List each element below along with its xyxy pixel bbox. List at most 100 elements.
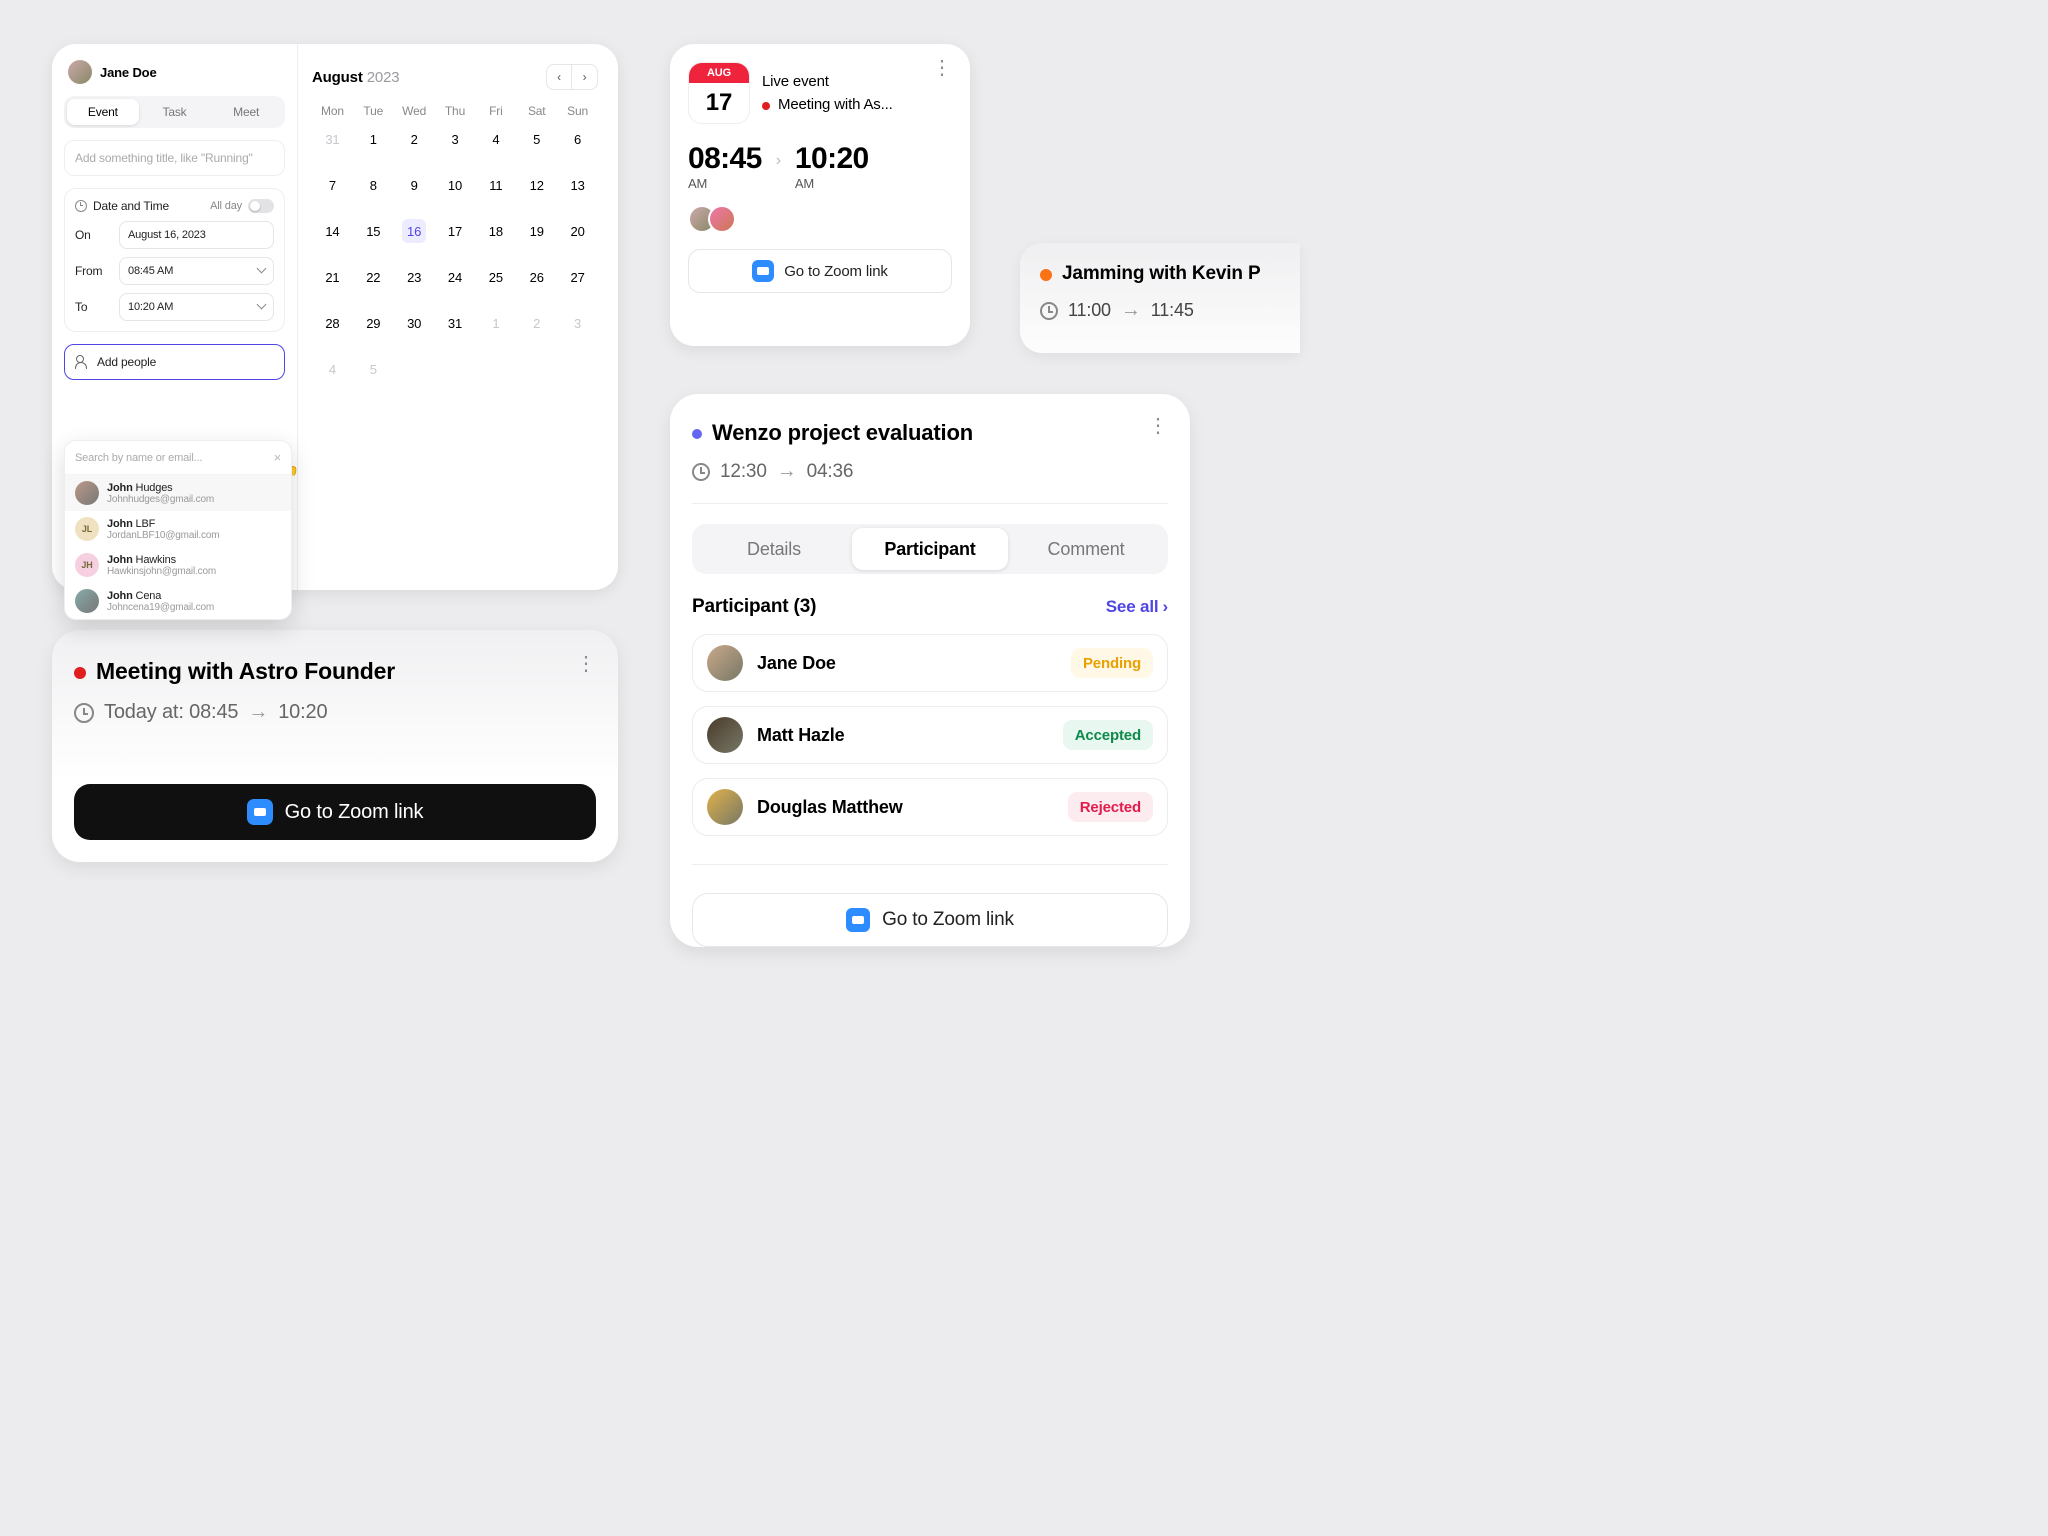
calendar-day[interactable]: 2	[516, 312, 557, 334]
calendar-day[interactable]: 21	[312, 266, 353, 288]
calendar-day[interactable]: 5	[353, 358, 394, 380]
calendar-day[interactable]: 27	[557, 266, 598, 288]
avatar	[75, 481, 99, 505]
wenzo-time-row: 12:30 → 04:36	[692, 460, 1168, 483]
calendar-day[interactable]: 31	[312, 128, 353, 150]
participant-list: Jane DoePendingMatt HazleAcceptedDouglas…	[692, 634, 1168, 836]
calendar-day[interactable]: 3	[557, 312, 598, 334]
calendar-day[interactable]: 4	[475, 128, 516, 150]
calendar-dow: Thu	[435, 104, 476, 118]
avatar	[707, 717, 743, 753]
close-icon[interactable]: ×	[274, 450, 281, 465]
calendar-day[interactable]: 4	[312, 358, 353, 380]
to-label: To	[75, 300, 111, 314]
more-button[interactable]: ⋮	[1148, 420, 1168, 432]
jam-event-card[interactable]: Jamming with Kevin P 11:00 → 11:45	[1020, 243, 1300, 353]
zoom-link-button[interactable]: Go to Zoom link	[688, 249, 952, 293]
chevron-down-icon	[258, 265, 265, 277]
on-label: On	[75, 228, 111, 242]
calendar-day[interactable]: 31	[435, 312, 476, 334]
people-suggestion-item[interactable]: John CenaJohncena19@gmail.com	[65, 583, 291, 619]
person-name: John Hudges	[107, 482, 214, 494]
calendar-day[interactable]: 20	[557, 220, 598, 242]
calendar-day[interactable]: 8	[353, 174, 394, 196]
calendar-day[interactable]: 17	[435, 220, 476, 242]
participant-name: Jane Doe	[757, 653, 1057, 674]
current-user: Jane Doe	[64, 60, 285, 84]
calendar-day[interactable]: 9	[394, 174, 435, 196]
person-name: John LBF	[107, 518, 219, 530]
calendar-day[interactable]: 11	[475, 174, 516, 196]
status-badge: Pending	[1071, 648, 1153, 678]
to-time-field[interactable]: 10:20 AM	[119, 293, 274, 321]
calendar-prev-button[interactable]: ‹	[546, 64, 572, 90]
tab-event[interactable]: Event	[67, 99, 139, 125]
calendar-day[interactable]: 15	[353, 220, 394, 242]
date-chip: AUG 17	[688, 62, 750, 124]
calendar-day[interactable]: 1	[353, 128, 394, 150]
people-suggestion-popover: Search by name or email... × John Hudges…	[64, 440, 292, 620]
clock-icon	[74, 703, 94, 723]
calendar-day[interactable]: 28	[312, 312, 353, 334]
calendar-day[interactable]: 10	[435, 174, 476, 196]
see-all-link[interactable]: See all›	[1106, 597, 1168, 617]
calendar-day[interactable]: 29	[353, 312, 394, 334]
on-date-field[interactable]: August 16, 2023	[119, 221, 274, 249]
calendar-next-button[interactable]: ›	[572, 64, 598, 90]
calendar-day[interactable]: 22	[353, 266, 394, 288]
zoom-icon	[846, 908, 870, 932]
tab-task[interactable]: Task	[139, 99, 211, 125]
event-title-input[interactable]: Add something title, like "Running"	[64, 140, 285, 176]
more-button[interactable]: ⋮	[576, 658, 596, 670]
jam-title: Jamming with Kevin P	[1040, 263, 1300, 285]
avatar	[707, 645, 743, 681]
calendar-day[interactable]: 2	[394, 128, 435, 150]
people-suggestion-item[interactable]: John HudgesJohnhudges@gmail.com	[65, 475, 291, 511]
arrow-right-icon: →	[248, 701, 268, 724]
tab-participant[interactable]: Participant	[852, 528, 1008, 570]
calendar-day[interactable]: 1	[475, 312, 516, 334]
zoom-link-button[interactable]: Go to Zoom link	[692, 893, 1168, 947]
calendar-day[interactable]: 18	[475, 220, 516, 242]
people-suggestion-item[interactable]: JHJohn HawkinsHawkinsjohn@gmail.com	[65, 547, 291, 583]
calendar-day[interactable]: 5	[516, 128, 557, 150]
add-people-field[interactable]: Add people	[64, 344, 285, 380]
people-search-input[interactable]: Search by name or email...	[75, 452, 202, 464]
divider	[692, 503, 1168, 504]
calendar-day[interactable]: 6	[557, 128, 598, 150]
live-event-card: AUG 17 Live event Meeting with As... ⋮ 0…	[670, 44, 970, 346]
calendar-day[interactable]: 25	[475, 266, 516, 288]
tab-meet[interactable]: Meet	[210, 99, 282, 125]
zoom-link-button[interactable]: Go to Zoom link	[74, 784, 596, 840]
person-name: John Cena	[107, 590, 214, 602]
wenzo-eval-card: Wenzo project evaluation ⋮ 12:30 → 04:36…	[670, 394, 1190, 947]
calendar-day[interactable]: 19	[516, 220, 557, 242]
calendar-day[interactable]: 12	[516, 174, 557, 196]
calendar-day[interactable]: 24	[435, 266, 476, 288]
chevron-right-icon: ›	[1162, 597, 1168, 617]
person-email: Johnhudges@gmail.com	[107, 494, 214, 505]
calendar-day[interactable]: 26	[516, 266, 557, 288]
status-dot-icon	[692, 429, 702, 439]
more-button[interactable]: ⋮	[932, 62, 952, 74]
calendar-day[interactable]: 23	[394, 266, 435, 288]
person-email: Johncena19@gmail.com	[107, 602, 214, 613]
tab-comment[interactable]: Comment	[1008, 528, 1164, 570]
calendar-title: August 2023	[312, 69, 399, 86]
calendar-day[interactable]: 16	[394, 220, 435, 242]
calendar-dow: Wed	[394, 104, 435, 118]
people-suggestion-item[interactable]: JLJohn LBFJordanLBF10@gmail.com	[65, 511, 291, 547]
from-time-field[interactable]: 08:45 AM	[119, 257, 274, 285]
calendar-day[interactable]: 13	[557, 174, 598, 196]
live-event-times: 08:45AM › 10:20AM	[688, 142, 952, 191]
person-name: John Hawkins	[107, 554, 216, 566]
live-event-title: Meeting with As...	[762, 96, 920, 113]
calendar-dow: Tue	[353, 104, 394, 118]
calendar-day[interactable]: 7	[312, 174, 353, 196]
calendar-day[interactable]: 30	[394, 312, 435, 334]
tab-details[interactable]: Details	[696, 528, 852, 570]
calendar-day[interactable]: 3	[435, 128, 476, 150]
calendar-day[interactable]: 14	[312, 220, 353, 242]
clock-icon	[1040, 302, 1058, 320]
all-day-toggle[interactable]: All day	[210, 199, 274, 213]
